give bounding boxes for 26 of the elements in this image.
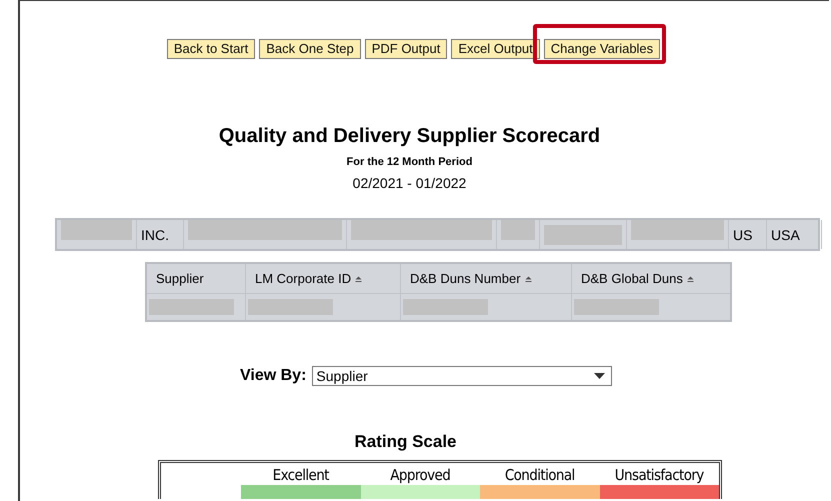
toolbar-button[interactable]: Back One Step	[259, 39, 361, 59]
report-subtitle: For the 12 Month Period	[346, 156, 474, 168]
view-by-dropdown[interactable]: Supplier	[312, 366, 612, 386]
info-cell: US	[733, 226, 752, 242]
toolbar-button[interactable]: Back to Start	[166, 39, 256, 59]
column-header: D&B Global Duns	[581, 270, 683, 286]
sort-icon[interactable]	[355, 276, 362, 283]
toolbar-button[interactable]: Change Variables	[544, 39, 660, 59]
column-header: D&B Duns Number	[410, 270, 521, 286]
toolbar-button[interactable]: Excel Output	[451, 39, 540, 59]
rating-label: Excellent	[272, 466, 329, 484]
rating-label: Conditional	[504, 466, 575, 484]
toolbar-button[interactable]: PDF Output	[364, 39, 448, 59]
report-period: 02/2021 - 01/2022	[352, 175, 468, 191]
rating-label: Unsatisfactory	[614, 466, 704, 484]
info-cell: USA	[771, 226, 800, 242]
dropdown-caret-icon	[594, 373, 606, 379]
sort-icon[interactable]	[524, 276, 532, 283]
column-header: LM Corporate ID	[255, 270, 352, 286]
column-header: Supplier	[156, 270, 204, 286]
rating-scale-title: Rating Scale	[353, 432, 458, 452]
report-title: Quality and Delivery Supplier Scorecard	[218, 125, 602, 148]
sort-icon[interactable]	[686, 276, 694, 283]
rating-label: Approved	[390, 466, 450, 484]
info-cell: INC.	[141, 226, 169, 242]
field-label: View By:	[240, 367, 306, 385]
